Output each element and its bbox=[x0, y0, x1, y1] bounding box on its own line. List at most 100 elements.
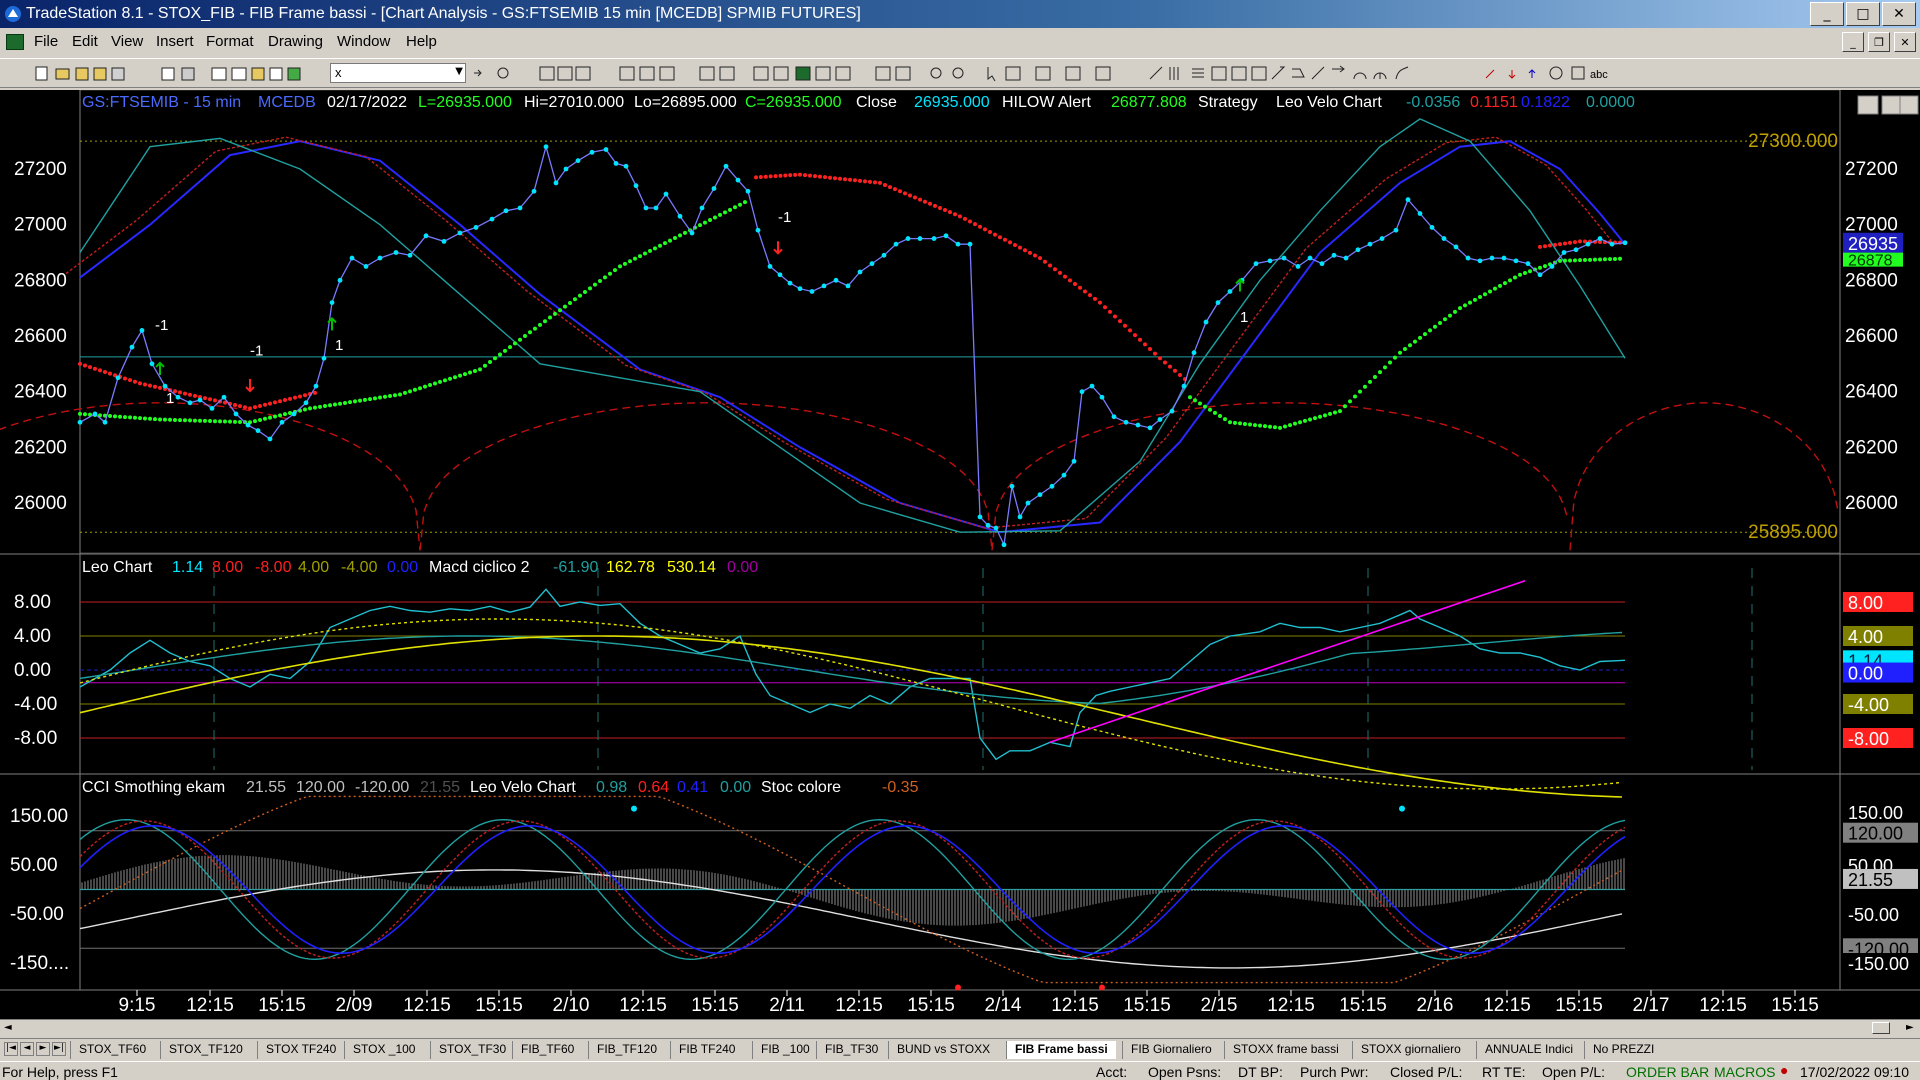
chart-area[interactable]: 27200 27200 27000 27000 26800 26800 26600 26600… bbox=[0, 90, 1920, 1027]
chart-window-icon[interactable] bbox=[211, 67, 227, 81]
tab-fib-100[interactable]: FIB _100 bbox=[752, 1041, 818, 1059]
tab-stoxx-giornaliero[interactable]: STOXX giornaliero bbox=[1352, 1041, 1469, 1059]
menu-insert[interactable]: Insert bbox=[156, 33, 194, 50]
zoom-out-icon[interactable] bbox=[952, 67, 964, 79]
tab-fib-tf240[interactable]: FIB TF240 bbox=[670, 1041, 743, 1059]
rectangle-icon[interactable] bbox=[1571, 66, 1585, 80]
chevron-down-icon[interactable]: ▼ bbox=[455, 66, 463, 77]
find-icon[interactable] bbox=[497, 67, 509, 79]
play-icon[interactable] bbox=[474, 69, 482, 77]
candle-icon[interactable] bbox=[815, 66, 831, 81]
horizontal-arrow-icon[interactable] bbox=[1332, 65, 1345, 73]
line-icon[interactable] bbox=[835, 66, 851, 81]
zoom-in-icon[interactable] bbox=[930, 67, 942, 79]
studies-icon[interactable] bbox=[659, 66, 675, 81]
tab-fib-tf120[interactable]: FIB_TF120 bbox=[588, 1041, 665, 1059]
new-icon[interactable] bbox=[35, 66, 48, 81]
tab-stox-tf30[interactable]: STOX_TF30 bbox=[430, 1041, 514, 1059]
refresh-icon[interactable] bbox=[699, 66, 715, 81]
chart-svg[interactable]: 27200 27200 27000 27000 26800 26800 26600 26600… bbox=[0, 90, 1920, 1027]
menu-edit[interactable]: Edit bbox=[72, 33, 98, 50]
draw-icon[interactable] bbox=[1311, 66, 1325, 80]
tools-icon[interactable] bbox=[1035, 66, 1051, 81]
chart-window-icon[interactable] bbox=[6, 34, 24, 50]
tab-fib-frame-bassi[interactable]: FIB Frame bassi bbox=[1006, 1041, 1116, 1059]
open-workspace-icon[interactable] bbox=[75, 67, 89, 81]
indicator-icon[interactable] bbox=[619, 66, 635, 81]
tab-stox-tf240[interactable]: STOX TF240 bbox=[257, 1041, 344, 1059]
horizontal-lines-icon[interactable] bbox=[1192, 68, 1204, 78]
macros-button[interactable]: MACROS bbox=[1714, 1064, 1775, 1080]
layers-icon[interactable] bbox=[719, 66, 735, 81]
scroll-left-arrow-icon[interactable]: ◄ bbox=[4, 1022, 12, 1033]
down-arrow-icon[interactable] bbox=[1508, 70, 1516, 79]
tab-annuale-indici[interactable]: ANNUALE Indici bbox=[1476, 1041, 1581, 1059]
print-icon[interactable] bbox=[181, 67, 195, 81]
order-bar-button[interactable]: ORDER BAR bbox=[1626, 1064, 1709, 1080]
tab-bund-vs-stoxx[interactable]: BUND vs STOXX bbox=[888, 1041, 998, 1059]
close-workspace-icon[interactable] bbox=[111, 67, 125, 81]
tab-stoxx-frame-bassi[interactable]: STOXX frame bassi bbox=[1224, 1041, 1347, 1059]
lines-icon[interactable] bbox=[1065, 66, 1081, 81]
radarscreen-icon[interactable] bbox=[231, 67, 247, 81]
horizontal-scrollbar[interactable]: ◄ ► bbox=[0, 1019, 1920, 1037]
tab-stox-tf60[interactable]: STOX_TF60 bbox=[70, 1041, 154, 1059]
close-button[interactable]: ✕ bbox=[1882, 2, 1916, 26]
maximize-button[interactable]: □ bbox=[1846, 2, 1880, 26]
arc-icon[interactable] bbox=[1353, 72, 1367, 80]
text-icon[interactable] bbox=[1095, 66, 1111, 81]
tab-first-icon[interactable]: |◄ bbox=[4, 1042, 18, 1056]
bar-type-icon[interactable] bbox=[773, 66, 789, 81]
tab-fib-tf30[interactable]: FIB_TF30 bbox=[816, 1041, 886, 1059]
tab-stox-tf120[interactable]: STOX_TF120 bbox=[160, 1041, 251, 1059]
tab-fib-giornaliero[interactable]: FIB Giornaliero bbox=[1122, 1041, 1220, 1059]
mdi-minimize-button[interactable]: _ bbox=[1842, 32, 1864, 52]
minimize-button[interactable]: _ bbox=[1810, 2, 1844, 26]
menu-window[interactable]: Window bbox=[337, 33, 390, 50]
fibonacci-icon[interactable] bbox=[1251, 66, 1267, 81]
circles-icon[interactable] bbox=[1373, 72, 1387, 80]
gann-icon[interactable] bbox=[1231, 66, 1247, 81]
save-workspace-icon[interactable] bbox=[93, 67, 107, 81]
menu-format[interactable]: Format bbox=[206, 33, 254, 50]
up-arrow-icon[interactable] bbox=[1528, 69, 1536, 78]
tab-fib-tf60[interactable]: FIB_TF60 bbox=[512, 1041, 582, 1059]
bar-interval-icon[interactable] bbox=[753, 66, 769, 81]
colors-icon[interactable] bbox=[287, 67, 301, 81]
tab-no-prezzi[interactable]: No PREZZI bbox=[1584, 1041, 1662, 1059]
channel-icon[interactable] bbox=[1211, 66, 1227, 81]
scroll-left-icon[interactable] bbox=[875, 66, 891, 81]
scroll-thumb[interactable] bbox=[1872, 1022, 1890, 1034]
trendline-icon[interactable] bbox=[1149, 66, 1163, 80]
cursor-icon[interactable] bbox=[1005, 66, 1021, 81]
format-icon[interactable] bbox=[557, 66, 573, 81]
menu-help[interactable]: Help bbox=[406, 33, 437, 50]
tab-stox-100[interactable]: STOX _100 bbox=[344, 1041, 423, 1059]
mdi-restore-button[interactable]: ❐ bbox=[1868, 32, 1890, 52]
symbol-input[interactable]: x ▼ bbox=[330, 63, 466, 83]
save-icon[interactable] bbox=[161, 67, 175, 81]
lock-icon[interactable] bbox=[251, 67, 265, 81]
tab-last-icon[interactable]: ►| bbox=[52, 1042, 66, 1056]
buy-arrow-icon[interactable] bbox=[1485, 69, 1495, 79]
scroll-right-icon[interactable] bbox=[895, 66, 911, 81]
hand-icon[interactable] bbox=[269, 67, 283, 81]
menu-file[interactable]: File bbox=[34, 33, 58, 50]
ellipse-icon[interactable] bbox=[1549, 66, 1563, 80]
pointer-icon[interactable] bbox=[987, 67, 996, 82]
tab-next-icon[interactable]: ► bbox=[36, 1042, 50, 1056]
grid-icon[interactable] bbox=[575, 66, 591, 81]
strategy-icon[interactable] bbox=[639, 66, 655, 81]
tab-prev-icon[interactable]: ◄ bbox=[20, 1042, 34, 1056]
open-icon[interactable] bbox=[55, 68, 70, 80]
fan-icon[interactable] bbox=[1292, 68, 1305, 78]
scroll-right-arrow-icon[interactable]: ► bbox=[1906, 1022, 1914, 1033]
arrow-line-icon[interactable] bbox=[1271, 66, 1286, 80]
mdi-close-button[interactable]: ✕ bbox=[1894, 32, 1916, 52]
menu-drawing[interactable]: Drawing bbox=[268, 33, 323, 50]
vertical-lines-icon[interactable] bbox=[1169, 67, 1179, 80]
freehand-icon[interactable] bbox=[1395, 66, 1409, 80]
green-bar-icon[interactable] bbox=[795, 66, 811, 81]
text-tool-icon[interactable]: abc bbox=[1590, 69, 1608, 81]
menu-view[interactable]: View bbox=[111, 33, 143, 50]
